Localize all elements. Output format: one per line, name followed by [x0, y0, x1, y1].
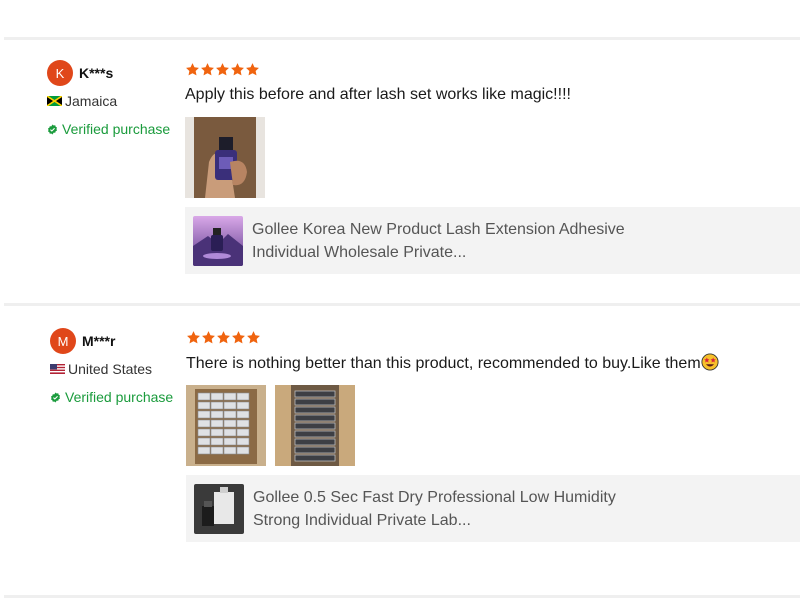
product-title-line: Gollee 0.5 Sec Fast Dry Professional Low… [253, 488, 616, 506]
verified-label: Verified purchase [65, 389, 174, 405]
rating-stars [186, 330, 800, 347]
top-divider [4, 37, 800, 40]
reviewer-country: United States [50, 360, 185, 378]
star-icon [245, 62, 260, 77]
star-icon [215, 62, 230, 77]
rating-stars [185, 62, 800, 79]
star-icon [246, 330, 261, 345]
review-content: Apply this before and after lash set wor… [185, 62, 800, 274]
star-icon [230, 62, 245, 77]
review-text-body: There is nothing better than this produc… [186, 355, 701, 372]
review-text: There is nothing better than this produc… [186, 353, 800, 373]
star-icon [200, 62, 215, 77]
star-icon [231, 330, 246, 345]
reviewer-name: M***r [82, 333, 116, 349]
review-photos [185, 117, 800, 198]
jamaica-flag-icon [47, 96, 62, 106]
product-title-line: Strong Individual Private Lab... [253, 511, 471, 529]
review-photo[interactable] [186, 385, 266, 466]
reviewer-name: K***s [79, 65, 114, 81]
verified-badge-icon [47, 124, 58, 135]
reviewer-info: M M***r United States Verified purchase [50, 328, 185, 406]
review-photo[interactable] [275, 385, 355, 466]
bottom-divider [4, 595, 800, 598]
country-label: United States [68, 361, 153, 377]
review-divider [4, 303, 800, 306]
star-icon [216, 330, 231, 345]
review-photo[interactable] [185, 117, 265, 198]
reviewer-info: K K***s Jamaica Verified purchase [47, 60, 182, 138]
product-title: Gollee 0.5 Sec Fast Dry Professional Low… [253, 486, 616, 532]
product-title-line: Gollee Korea New Product Lash Extension … [252, 220, 625, 238]
country-label: Jamaica [65, 93, 118, 109]
avatar: K [47, 60, 73, 86]
star-icon [201, 330, 216, 345]
star-struck-emoji-icon [701, 353, 719, 371]
star-icon [185, 62, 200, 77]
review-photos [186, 385, 800, 466]
product-link[interactable]: Gollee 0.5 Sec Fast Dry Professional Low… [186, 475, 800, 542]
avatar: M [50, 328, 76, 354]
reviewer-country: Jamaica [47, 92, 182, 110]
us-flag-icon [50, 364, 65, 374]
verified-label: Verified purchase [62, 121, 171, 137]
verified-purchase: Verified purchase [47, 120, 182, 138]
product-thumbnail [194, 483, 244, 534]
product-link[interactable]: Gollee Korea New Product Lash Extension … [185, 207, 800, 274]
review-text: Apply this before and after lash set wor… [185, 86, 571, 103]
product-title-line: Individual Wholesale Private... [252, 243, 467, 261]
star-icon [186, 330, 201, 345]
verified-purchase: Verified purchase [50, 388, 185, 406]
product-title: Gollee Korea New Product Lash Extension … [252, 218, 625, 264]
verified-badge-icon [50, 392, 61, 403]
review-content: There is nothing better than this produc… [186, 330, 800, 542]
product-thumbnail [193, 215, 243, 266]
